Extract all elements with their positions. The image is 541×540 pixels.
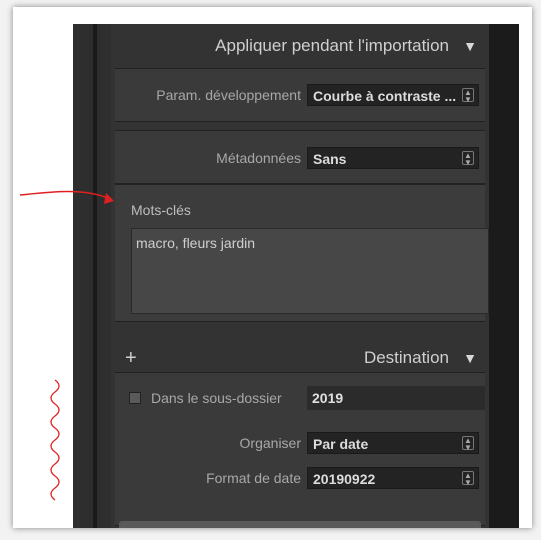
subfolder-label: Dans le sous-dossier (151, 390, 282, 406)
destination-title: Destination (363, 348, 449, 367)
metadata-label: Métadonnées (216, 150, 301, 166)
left-panel-edge (73, 24, 111, 528)
local-disk-bar[interactable] (119, 521, 481, 528)
up-down-arrows-icon: ▲ ▼ (462, 436, 474, 452)
up-down-arrows-icon: ▲ ▼ (462, 88, 474, 104)
metadata-select[interactable]: Sans ▲ ▼ (307, 147, 479, 169)
organise-select[interactable]: Par date ▲ ▼ (307, 432, 479, 454)
date-format-select[interactable]: 20190922 ▲ ▼ (307, 467, 479, 489)
keywords-textarea[interactable]: macro, fleurs jardin (131, 228, 489, 314)
keywords-value: macro, fleurs jardin (136, 235, 256, 251)
develop-settings-section: Param. développement Courbe à contraste … (115, 68, 485, 122)
right-panel-edge (489, 24, 519, 528)
add-icon[interactable]: + (125, 347, 137, 370)
subfolder-checkbox[interactable] (129, 392, 141, 404)
up-down-arrows-icon: ▲ ▼ (462, 151, 474, 167)
destination-section: Dans le sous-dossier 2019 Organiser Par … (115, 372, 485, 526)
section-title: Appliquer pendant l'importation (215, 36, 449, 55)
collapse-triangle-icon[interactable]: ▼ (463, 350, 477, 366)
date-format-label: Format de date (206, 470, 301, 486)
metadata-section: Métadonnées Sans ▲ ▼ (115, 130, 485, 184)
develop-settings-select[interactable]: Courbe à contraste ... ▲ ▼ (307, 84, 479, 106)
subfolder-input[interactable]: 2019 (307, 386, 485, 410)
organise-label: Organiser (239, 435, 301, 451)
develop-settings-label: Param. développement (156, 87, 301, 103)
screenshot-frame: Appliquer pendant l'importation ▼ Param.… (13, 7, 532, 528)
apply-during-import-header[interactable]: Appliquer pendant l'importation ▼ (111, 24, 489, 68)
keywords-label: Mots-clés (131, 202, 191, 218)
up-down-arrows-icon: ▲ ▼ (462, 471, 474, 487)
collapse-triangle-icon[interactable]: ▼ (463, 38, 477, 54)
import-right-panel: Appliquer pendant l'importation ▼ Param.… (111, 24, 489, 528)
